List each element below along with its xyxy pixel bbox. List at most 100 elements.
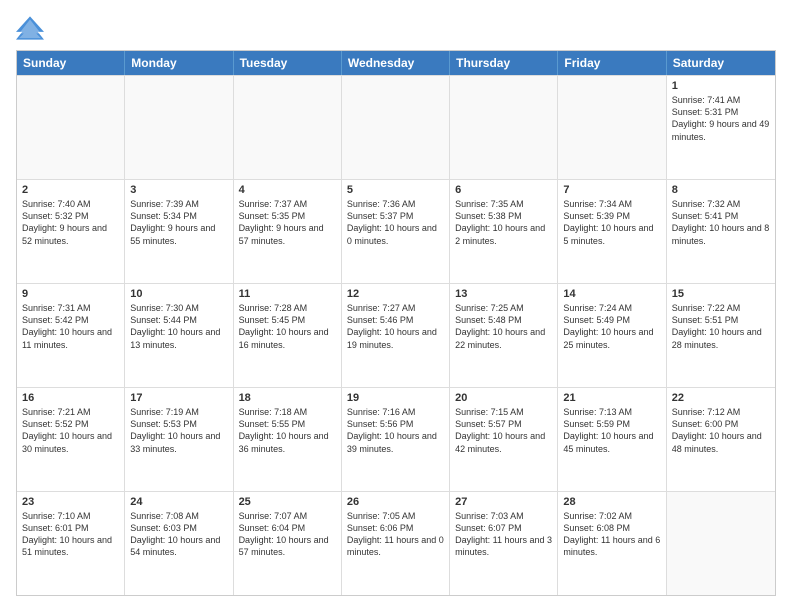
calendar-row-2: 9 Sunrise: 7:31 AM Sunset: 5:42 PM Daylig… <box>17 283 775 387</box>
day-info: Sunrise: 7:39 AM Sunset: 5:34 PM Dayligh… <box>130 198 227 247</box>
calendar-cell: 18 Sunrise: 7:18 AM Sunset: 5:55 PM Dayli… <box>234 388 342 491</box>
calendar-cell <box>558 76 666 179</box>
calendar-cell: 10 Sunrise: 7:30 AM Sunset: 5:44 PM Dayli… <box>125 284 233 387</box>
header-day-saturday: Saturday <box>667 51 775 75</box>
calendar: SundayMondayTuesdayWednesdayThursdayFrid… <box>16 50 776 596</box>
day-info: Sunrise: 7:31 AM Sunset: 5:42 PM Dayligh… <box>22 302 119 351</box>
day-info: Sunrise: 7:21 AM Sunset: 5:52 PM Dayligh… <box>22 406 119 455</box>
calendar-cell <box>234 76 342 179</box>
day-number: 4 <box>239 184 336 196</box>
day-info: Sunrise: 7:34 AM Sunset: 5:39 PM Dayligh… <box>563 198 660 247</box>
calendar-cell: 28 Sunrise: 7:02 AM Sunset: 6:08 PM Dayli… <box>558 492 666 595</box>
day-info: Sunrise: 7:10 AM Sunset: 6:01 PM Dayligh… <box>22 510 119 559</box>
day-number: 15 <box>672 288 770 300</box>
day-number: 1 <box>672 80 770 92</box>
day-number: 19 <box>347 392 444 404</box>
calendar-cell <box>125 76 233 179</box>
calendar-cell: 21 Sunrise: 7:13 AM Sunset: 5:59 PM Dayli… <box>558 388 666 491</box>
day-number: 28 <box>563 496 660 508</box>
day-info: Sunrise: 7:03 AM Sunset: 6:07 PM Dayligh… <box>455 510 552 559</box>
day-number: 10 <box>130 288 227 300</box>
calendar-cell: 16 Sunrise: 7:21 AM Sunset: 5:52 PM Dayli… <box>17 388 125 491</box>
calendar-row-0: 1 Sunrise: 7:41 AM Sunset: 5:31 PM Daylig… <box>17 75 775 179</box>
day-number: 16 <box>22 392 119 404</box>
day-number: 13 <box>455 288 552 300</box>
day-info: Sunrise: 7:19 AM Sunset: 5:53 PM Dayligh… <box>130 406 227 455</box>
day-number: 7 <box>563 184 660 196</box>
calendar-cell: 22 Sunrise: 7:12 AM Sunset: 6:00 PM Dayli… <box>667 388 775 491</box>
day-number: 27 <box>455 496 552 508</box>
day-number: 12 <box>347 288 444 300</box>
calendar-cell: 4 Sunrise: 7:37 AM Sunset: 5:35 PM Daylig… <box>234 180 342 283</box>
day-info: Sunrise: 7:35 AM Sunset: 5:38 PM Dayligh… <box>455 198 552 247</box>
day-number: 21 <box>563 392 660 404</box>
calendar-cell: 27 Sunrise: 7:03 AM Sunset: 6:07 PM Dayli… <box>450 492 558 595</box>
calendar-cell: 24Sunrise: 7:08 AM Sunset: 6:03 PM Dayli… <box>125 492 233 595</box>
day-number: 25 <box>239 496 336 508</box>
day-info: Sunrise: 7:16 AM Sunset: 5:56 PM Dayligh… <box>347 406 444 455</box>
day-info: Sunrise: 7:36 AM Sunset: 5:37 PM Dayligh… <box>347 198 444 247</box>
calendar-body: 1 Sunrise: 7:41 AM Sunset: 5:31 PM Daylig… <box>17 75 775 595</box>
calendar-cell: 6Sunrise: 7:35 AM Sunset: 5:38 PM Daylig… <box>450 180 558 283</box>
day-info: Sunrise: 7:25 AM Sunset: 5:48 PM Dayligh… <box>455 302 552 351</box>
calendar-cell: 11 Sunrise: 7:28 AM Sunset: 5:45 PM Dayli… <box>234 284 342 387</box>
calendar-cell: 2 Sunrise: 7:40 AM Sunset: 5:32 PM Daylig… <box>17 180 125 283</box>
day-info: Sunrise: 7:30 AM Sunset: 5:44 PM Dayligh… <box>130 302 227 351</box>
calendar-cell <box>342 76 450 179</box>
page: SundayMondayTuesdayWednesdayThursdayFrid… <box>0 0 792 612</box>
calendar-cell: 25 Sunrise: 7:07 AM Sunset: 6:04 PM Dayli… <box>234 492 342 595</box>
day-info: Sunrise: 7:28 AM Sunset: 5:45 PM Dayligh… <box>239 302 336 351</box>
day-info: Sunrise: 7:15 AM Sunset: 5:57 PM Dayligh… <box>455 406 552 455</box>
calendar-cell: 8 Sunrise: 7:32 AM Sunset: 5:41 PM Daylig… <box>667 180 775 283</box>
day-number: 22 <box>672 392 770 404</box>
header-day-monday: Monday <box>125 51 233 75</box>
day-number: 20 <box>455 392 552 404</box>
day-info: Sunrise: 7:08 AM Sunset: 6:03 PM Dayligh… <box>130 510 227 559</box>
day-number: 9 <box>22 288 119 300</box>
day-number: 5 <box>347 184 444 196</box>
calendar-cell: 12 Sunrise: 7:27 AM Sunset: 5:46 PM Dayli… <box>342 284 450 387</box>
day-number: 2 <box>22 184 119 196</box>
calendar-cell: 23Sunrise: 7:10 AM Sunset: 6:01 PM Dayli… <box>17 492 125 595</box>
calendar-cell: 17 Sunrise: 7:19 AM Sunset: 5:53 PM Dayli… <box>125 388 233 491</box>
calendar-header: SundayMondayTuesdayWednesdayThursdayFrid… <box>17 51 775 75</box>
header-day-friday: Friday <box>558 51 666 75</box>
calendar-row-1: 2 Sunrise: 7:40 AM Sunset: 5:32 PM Daylig… <box>17 179 775 283</box>
day-number: 8 <box>672 184 770 196</box>
day-info: Sunrise: 7:40 AM Sunset: 5:32 PM Dayligh… <box>22 198 119 247</box>
day-info: Sunrise: 7:02 AM Sunset: 6:08 PM Dayligh… <box>563 510 660 559</box>
day-info: Sunrise: 7:41 AM Sunset: 5:31 PM Dayligh… <box>672 94 770 143</box>
calendar-row-3: 16 Sunrise: 7:21 AM Sunset: 5:52 PM Dayli… <box>17 387 775 491</box>
header-day-thursday: Thursday <box>450 51 558 75</box>
day-number: 11 <box>239 288 336 300</box>
header-day-wednesday: Wednesday <box>342 51 450 75</box>
day-info: Sunrise: 7:13 AM Sunset: 5:59 PM Dayligh… <box>563 406 660 455</box>
day-info: Sunrise: 7:32 AM Sunset: 5:41 PM Dayligh… <box>672 198 770 247</box>
day-info: Sunrise: 7:18 AM Sunset: 5:55 PM Dayligh… <box>239 406 336 455</box>
calendar-cell <box>17 76 125 179</box>
day-number: 14 <box>563 288 660 300</box>
day-number: 18 <box>239 392 336 404</box>
calendar-cell <box>450 76 558 179</box>
day-info: Sunrise: 7:22 AM Sunset: 5:51 PM Dayligh… <box>672 302 770 351</box>
day-info: Sunrise: 7:37 AM Sunset: 5:35 PM Dayligh… <box>239 198 336 247</box>
calendar-cell: 3 Sunrise: 7:39 AM Sunset: 5:34 PM Daylig… <box>125 180 233 283</box>
calendar-cell: 1 Sunrise: 7:41 AM Sunset: 5:31 PM Daylig… <box>667 76 775 179</box>
logo <box>16 16 46 40</box>
day-info: Sunrise: 7:12 AM Sunset: 6:00 PM Dayligh… <box>672 406 770 455</box>
header-day-sunday: Sunday <box>17 51 125 75</box>
calendar-cell: 13 Sunrise: 7:25 AM Sunset: 5:48 PM Dayli… <box>450 284 558 387</box>
calendar-cell: 9 Sunrise: 7:31 AM Sunset: 5:42 PM Daylig… <box>17 284 125 387</box>
calendar-cell: 7 Sunrise: 7:34 AM Sunset: 5:39 PM Daylig… <box>558 180 666 283</box>
day-info: Sunrise: 7:27 AM Sunset: 5:46 PM Dayligh… <box>347 302 444 351</box>
calendar-cell: 26Sunrise: 7:05 AM Sunset: 6:06 PM Dayli… <box>342 492 450 595</box>
calendar-cell: 15 Sunrise: 7:22 AM Sunset: 5:51 PM Dayli… <box>667 284 775 387</box>
calendar-cell: 14Sunrise: 7:24 AM Sunset: 5:49 PM Dayli… <box>558 284 666 387</box>
day-number: 3 <box>130 184 227 196</box>
header-day-tuesday: Tuesday <box>234 51 342 75</box>
calendar-cell: 19 Sunrise: 7:16 AM Sunset: 5:56 PM Dayli… <box>342 388 450 491</box>
day-number: 17 <box>130 392 227 404</box>
day-info: Sunrise: 7:07 AM Sunset: 6:04 PM Dayligh… <box>239 510 336 559</box>
calendar-cell: 20 Sunrise: 7:15 AM Sunset: 5:57 PM Dayli… <box>450 388 558 491</box>
header <box>16 16 776 40</box>
